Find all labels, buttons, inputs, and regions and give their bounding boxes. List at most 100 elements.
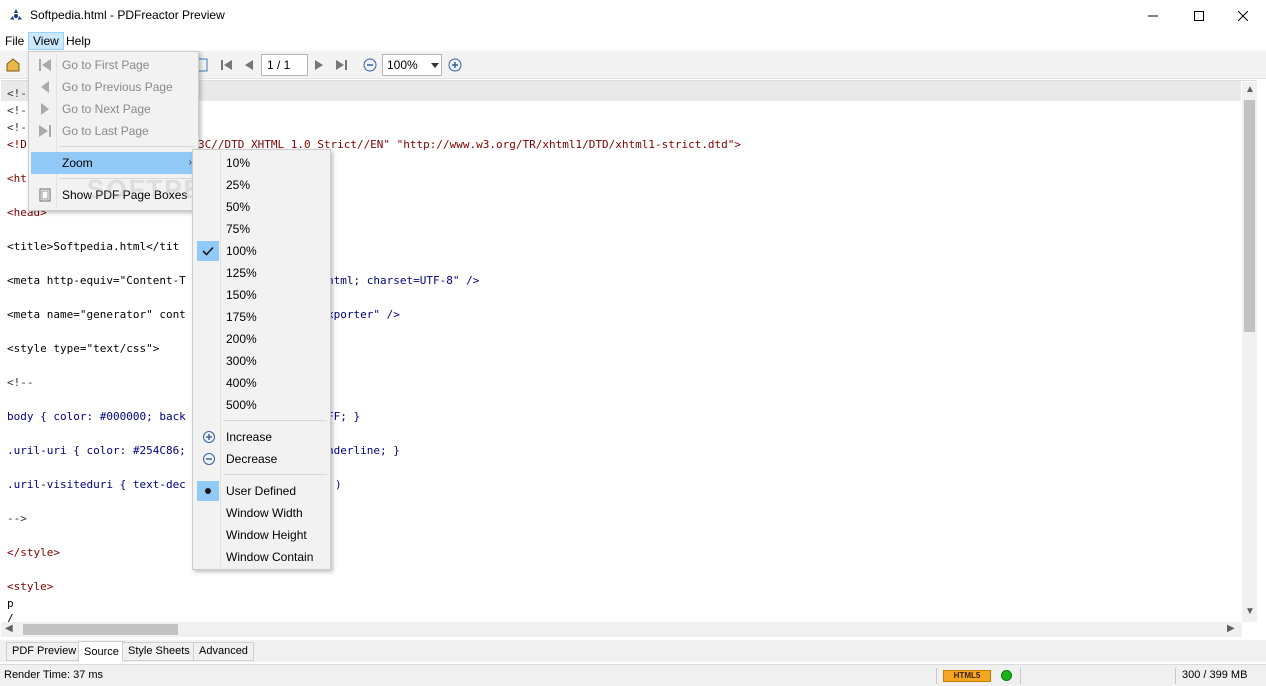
menu-help[interactable]: Help — [62, 32, 95, 50]
code-line: </style> — [7, 546, 60, 559]
zoom-level-175[interactable]: 175% — [195, 306, 328, 328]
zoom-level-200[interactable]: 200% — [195, 328, 328, 350]
zoom-level-300[interactable]: 300% — [195, 350, 328, 372]
code-line-visited-tail: ) — [335, 478, 342, 491]
menu-item-label: Go to Next Page — [62, 102, 151, 116]
menu-item-label: Go to Last Page — [62, 124, 149, 138]
open-icon[interactable] — [4, 56, 22, 74]
code-line: <meta name="generator" cont — [7, 308, 186, 321]
menu-item-label: 25% — [226, 178, 251, 192]
vertical-scrollbar[interactable]: ▲ ▼ — [1242, 82, 1257, 622]
scroll-left-icon[interactable]: ◀ — [5, 623, 13, 634]
tab-advanced[interactable]: Advanced — [193, 642, 254, 661]
status-bar: Render Time: 37 ms HTML5 300 / 399 MB — [0, 664, 1266, 686]
code-line: <meta http-equiv="Content-T — [7, 274, 186, 287]
zoom-level-100[interactable]: 100% — [195, 240, 328, 262]
code-line: <ht — [7, 172, 27, 185]
page-number-input[interactable]: 1 / 1 — [261, 54, 308, 76]
first-page-icon — [37, 57, 53, 73]
menu-item-label: 175% — [226, 310, 257, 324]
menu-view[interactable]: View — [28, 32, 64, 50]
code-line: <style> — [7, 580, 54, 593]
scroll-right-icon[interactable]: ▶ — [1227, 623, 1235, 634]
menu-item-next-page[interactable]: Go to Next Page — [31, 98, 196, 120]
menu-item-label: 400% — [226, 376, 257, 390]
scroll-up-icon[interactable]: ▲ — [1245, 84, 1255, 95]
horizontal-scrollbar[interactable]: ◀ ▶ — [1, 622, 1242, 637]
memory-usage: 300 / 399 MB — [1182, 669, 1248, 681]
zoom-level-25[interactable]: 25% — [195, 174, 328, 196]
menu-item-previous-page[interactable]: Go to Previous Page — [31, 76, 196, 98]
zoom-level-150[interactable]: 150% — [195, 284, 328, 306]
chevron-down-icon[interactable] — [427, 56, 443, 74]
view-menu: Go to First Page Go to Previous Page Go … — [28, 51, 252, 211]
menu-item-first-page[interactable]: Go to First Page — [31, 54, 196, 76]
menu-item-label: 75% — [226, 222, 251, 236]
previous-page-icon — [37, 79, 53, 95]
menu-separator — [59, 178, 195, 179]
last-page-button[interactable] — [332, 56, 350, 74]
menu-item-label: 200% — [226, 332, 257, 346]
zoom-out-button[interactable] — [361, 56, 379, 74]
vertical-scroll-thumb[interactable] — [1244, 100, 1255, 332]
code-line: / — [7, 612, 14, 622]
maximize-button[interactable] — [1176, 0, 1222, 31]
zoom-level-500[interactable]: 500% — [195, 394, 328, 416]
tab-style-sheets[interactable]: Style Sheets — [122, 642, 196, 661]
zoom-mode-window-width[interactable]: Window Width — [195, 502, 328, 524]
zoom-submenu: 10% 25% 50% 75% 100% 125% 150% 175% 200%… — [192, 149, 331, 570]
checkmark-icon — [197, 241, 219, 261]
html5-badge: HTML5 — [943, 670, 991, 682]
menu-item-zoom[interactable]: Zoom › — [31, 152, 196, 174]
minimize-button[interactable] — [1130, 0, 1176, 31]
code-line: p — [7, 597, 14, 610]
code-line: <style type="text/css"> — [7, 342, 160, 355]
menu-item-label: Window Width — [226, 506, 303, 520]
menu-item-label: Window Contain — [226, 550, 314, 564]
page-boxes-icon — [37, 187, 53, 203]
view-tabs: PDF Preview Source Style Sheets Advanced — [0, 640, 1266, 662]
code-line: .uril-uri { color: #254C86; — [7, 444, 186, 457]
menu-item-label: 100% — [226, 244, 257, 258]
menu-item-label: Window Height — [226, 528, 307, 542]
menu-item-label: 10% — [226, 156, 251, 170]
zoom-in-button[interactable] — [446, 56, 464, 74]
menu-item-label: 125% — [226, 266, 257, 280]
zoom-level-400[interactable]: 400% — [195, 372, 328, 394]
close-button[interactable] — [1220, 0, 1266, 31]
menu-item-label: 50% — [226, 200, 251, 214]
zoom-decrease[interactable]: Decrease — [195, 448, 328, 470]
status-indicator-icon — [1001, 670, 1012, 681]
menu-item-show-page-boxes[interactable]: Show PDF Page Boxes — [31, 184, 196, 206]
next-page-button[interactable] — [310, 56, 328, 74]
code-line: <title>Softpedia.html</tit — [7, 240, 180, 253]
render-time: Render Time: 37 ms — [4, 669, 104, 681]
code-line-meta1-tail: html; charset=UTF-8" /> — [327, 274, 480, 287]
code-line: .uril-visiteduri { text-dec — [7, 478, 186, 491]
radio-selected-icon — [197, 481, 219, 501]
menu-item-last-page[interactable]: Go to Last Page — [31, 120, 196, 142]
previous-page-button[interactable] — [240, 56, 258, 74]
tab-source[interactable]: Source — [78, 641, 125, 662]
zoom-level-125[interactable]: 125% — [195, 262, 328, 284]
tab-pdf-preview[interactable]: PDF Preview — [6, 642, 83, 661]
horizontal-scroll-thumb[interactable] — [23, 624, 178, 635]
zoom-level-75[interactable]: 75% — [195, 218, 328, 240]
zoom-mode-window-contain[interactable]: Window Contain — [195, 546, 328, 568]
zoom-mode-window-height[interactable]: Window Height — [195, 524, 328, 546]
zoom-increase[interactable]: Increase — [195, 426, 328, 448]
zoom-level-50[interactable]: 50% — [195, 196, 328, 218]
scroll-down-icon[interactable]: ▼ — [1245, 606, 1255, 617]
menu-item-label: Go to First Page — [62, 58, 150, 72]
menu-file[interactable]: File — [1, 32, 28, 50]
zoom-level-10[interactable]: 10% — [195, 152, 328, 174]
zoom-in-icon — [201, 429, 217, 445]
first-page-button[interactable] — [218, 56, 236, 74]
menu-item-label: 300% — [226, 354, 257, 368]
status-separator — [1175, 668, 1176, 684]
menu-separator — [223, 420, 327, 421]
zoom-select-value: 100% — [387, 58, 418, 72]
menu-item-label: 500% — [226, 398, 257, 412]
zoom-mode-user-defined[interactable]: User Defined — [195, 480, 328, 502]
zoom-out-icon — [201, 451, 217, 467]
